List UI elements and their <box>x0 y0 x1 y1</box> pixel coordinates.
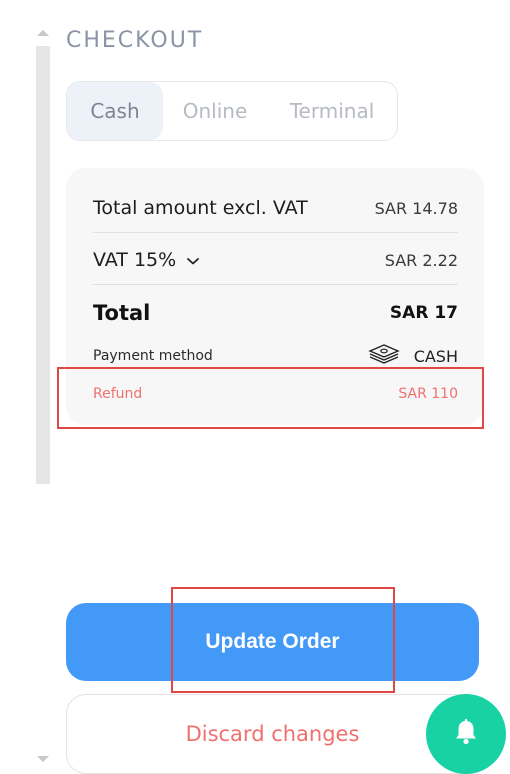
chevron-down-icon <box>186 251 200 270</box>
discard-changes-button[interactable]: Discard changes <box>66 694 479 774</box>
subtotal-value: SAR 14.78 <box>374 198 458 218</box>
vat-toggle[interactable]: VAT 15% <box>93 249 200 271</box>
total-value: SAR 17 <box>389 303 458 323</box>
scroll-up-arrow[interactable] <box>37 30 49 36</box>
payment-tabs: Cash Online Terminal <box>66 81 398 141</box>
tab-cash[interactable]: Cash <box>67 82 163 140</box>
payment-method: CASH <box>367 343 458 369</box>
vat-value: SAR 2.22 <box>384 250 458 270</box>
payment-method-row: Payment method CASH <box>93 343 458 369</box>
vat-row: VAT 15% SAR 2.22 <box>93 248 458 272</box>
total-label: Total <box>93 301 151 325</box>
scroll-down-arrow[interactable] <box>37 756 49 762</box>
payment-method-value: CASH <box>413 346 458 366</box>
notification-fab[interactable] <box>426 694 506 774</box>
divider <box>93 232 458 233</box>
page-title: CHECKOUT <box>66 28 204 53</box>
total-row: Total SAR 17 <box>93 300 458 326</box>
cash-stack-icon <box>367 343 400 369</box>
scrollbar-track[interactable] <box>36 46 50 484</box>
divider <box>93 284 458 285</box>
vat-label: VAT 15% <box>93 249 177 271</box>
update-button-highlight-box <box>171 587 395 693</box>
tab-online[interactable]: Online <box>163 82 267 140</box>
payment-method-label: Payment method <box>93 348 213 364</box>
tab-terminal[interactable]: Terminal <box>267 82 397 140</box>
subtotal-label: Total amount excl. VAT <box>93 197 308 219</box>
bell-icon <box>453 718 479 750</box>
subtotal-row: Total amount excl. VAT SAR 14.78 <box>93 196 458 220</box>
refund-highlight-box <box>57 367 484 429</box>
